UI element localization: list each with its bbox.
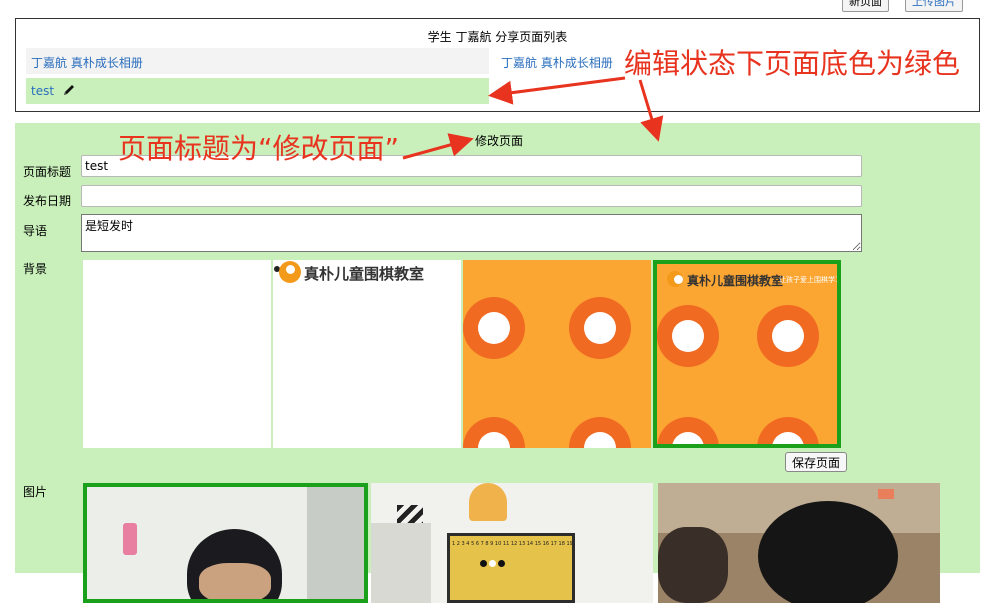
photo-option[interactable]: 1 2 3 4 5 6 7 8 9 10 11 12 13 14 15 16 1… (371, 483, 653, 603)
photo-go-board: 1 2 3 4 5 6 7 8 9 10 11 12 13 14 15 16 1… (447, 533, 575, 603)
background-option-orange[interactable] (463, 260, 651, 448)
edit-title: 修改页面 (475, 134, 524, 148)
circle-pattern-icon (463, 417, 525, 448)
photo-child-2 (658, 527, 728, 603)
logo-icon (667, 271, 683, 287)
photo-lamp (469, 483, 507, 521)
logo-icon (279, 261, 301, 283)
upload-image-button[interactable]: 上传图片 (905, 0, 963, 12)
background-option-blank[interactable] (83, 260, 271, 448)
circle-pattern-icon (657, 305, 719, 367)
photo-door (307, 487, 364, 599)
date-input[interactable] (81, 185, 862, 207)
list-item-link[interactable]: test (31, 84, 54, 98)
new-page-button[interactable]: 新页面 (842, 0, 889, 12)
circle-pattern-icon (463, 297, 525, 359)
circle-pattern-icon (757, 305, 819, 367)
logo-text: 真朴儿童围棋教室 (687, 274, 784, 288)
save-page-button[interactable]: 保存页面 (785, 452, 848, 472)
circle-pattern-icon (757, 417, 819, 444)
background-label: 背景 (23, 262, 48, 276)
tagline-text: 让孩子爱上围棋学习 (779, 276, 841, 284)
album-link[interactable]: 丁嘉航 真朴成长相册 (501, 54, 613, 71)
intro-textarea[interactable]: 是短发时 (81, 214, 862, 252)
pencil-icon[interactable] (62, 83, 76, 97)
photo-monitor (371, 523, 431, 603)
logo-text: 真朴儿童围棋教室 (304, 265, 425, 283)
title-label: 页面标题 (23, 165, 72, 179)
photo-face (199, 563, 271, 599)
board-numbers: 1 2 3 4 5 6 7 8 9 10 11 12 13 14 15 16 1… (452, 541, 573, 547)
date-label: 发布日期 (23, 194, 72, 208)
photo-bottle (123, 523, 137, 555)
annotation-green-note: 编辑状态下页面底色为绿色 (624, 47, 961, 80)
circle-pattern-icon (569, 297, 631, 359)
circle-pattern-icon (569, 417, 631, 448)
list-item[interactable]: 丁嘉航 真朴成长相册 (26, 48, 489, 74)
intro-label: 导语 (23, 224, 48, 238)
annotation-title-note: 页面标题为“修改页面” (118, 132, 400, 165)
background-option-orange-logo-selected[interactable]: 真朴儿童围棋教室 让孩子爱上围棋学习 (653, 260, 841, 448)
photo-shelf-item (878, 489, 894, 499)
go-stone-black (480, 560, 487, 567)
go-stone-black (498, 560, 505, 567)
images-label: 图片 (23, 485, 48, 499)
edit-panel: 修改页面 页面标题 发布日期 导语 是短发时 背景 真朴儿童围棋教室 真朴儿童围… (15, 123, 980, 603)
background-option-logo[interactable]: 真朴儿童围棋教室 (273, 260, 461, 448)
photo-child (758, 501, 898, 603)
go-stone-white (489, 560, 496, 567)
photo-option[interactable] (658, 483, 940, 603)
circle-pattern-icon (657, 417, 719, 444)
list-item-link[interactable]: 丁嘉航 真朴成长相册 (31, 54, 143, 71)
list-item-editing[interactable]: test (26, 78, 489, 104)
photo-option-selected[interactable] (83, 483, 368, 603)
